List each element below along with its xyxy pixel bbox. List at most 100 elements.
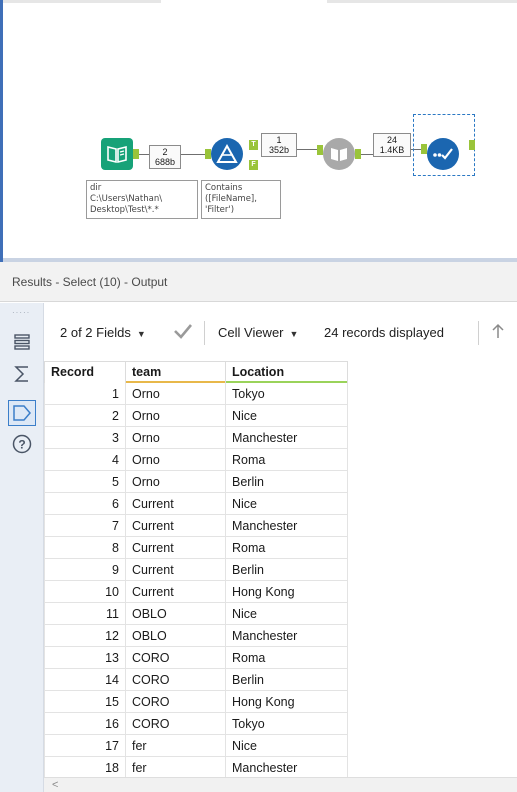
location-cell[interactable]: Roma [225,448,348,471]
location-cell[interactable]: Hong Kong [225,580,348,603]
team-cell[interactable]: OBLO [125,624,226,647]
team-cell[interactable]: OBLO [125,602,226,625]
input-data-tool[interactable] [101,138,133,170]
record-number-cell[interactable]: 16 [44,712,126,735]
location-cell[interactable]: Berlin [225,668,348,691]
scroll-up-button[interactable] [490,322,506,343]
record-number-cell[interactable]: 8 [44,536,126,559]
results-grid[interactable]: Record team Location 1 Orno Tokyo 2 Orno Nice 3 O… [44,361,517,777]
team-cell[interactable]: CORO [125,668,226,691]
filter-true-anchor[interactable]: T [249,140,258,150]
location-cell[interactable]: Manchester [225,756,348,777]
horizontal-scrollbar[interactable]: < [44,777,517,792]
team-cell[interactable]: Current [125,514,226,537]
location-cell[interactable]: Hong Kong [225,690,348,713]
cell-viewer-dropdown[interactable]: Cell Viewer ▼ [218,325,298,340]
location-cell[interactable]: Roma [225,536,348,559]
location-cell[interactable]: Nice [225,602,348,625]
record-number-cell[interactable]: 11 [44,602,126,625]
table-row[interactable]: 11 OBLO Nice [44,602,348,625]
record-number-cell[interactable]: 2 [44,404,126,427]
table-row[interactable]: 12 OBLO Manchester [44,624,348,647]
location-cell[interactable]: Manchester [225,624,348,647]
team-cell[interactable]: fer [125,756,226,777]
location-cell[interactable]: Roma [225,646,348,669]
tag-icon[interactable] [8,400,36,426]
location-cell[interactable]: Manchester [225,426,348,449]
help-icon[interactable]: ? [8,431,36,457]
record-number-cell[interactable]: 10 [44,580,126,603]
team-cell[interactable]: Orno [125,470,226,493]
table-row[interactable]: 8 Current Roma [44,536,348,559]
team-cell[interactable]: Current [125,536,226,559]
table-row[interactable]: 13 CORO Roma [44,646,348,669]
filter-false-anchor[interactable]: F [249,160,258,170]
data-size: 1.4KB [379,145,405,155]
team-cell[interactable]: Orno [125,404,226,427]
table-row[interactable]: 15 CORO Hong Kong [44,690,348,713]
column-header-location[interactable]: Location [225,361,348,383]
location-cell[interactable]: Berlin [225,470,348,493]
team-cell[interactable]: CORO [125,690,226,713]
table-row[interactable]: 14 CORO Berlin [44,668,348,691]
table-row[interactable]: 17 fer Nice [44,734,348,757]
team-cell[interactable]: Orno [125,448,226,471]
record-number-cell[interactable]: 14 [44,668,126,691]
column-type-indicator [226,381,347,383]
team-cell[interactable]: Current [125,580,226,603]
table-row[interactable]: 2 Orno Nice [44,404,348,427]
record-number-cell[interactable]: 18 [44,756,126,777]
location-cell[interactable]: Nice [225,404,348,427]
record-number-cell[interactable]: 7 [44,514,126,537]
table-row[interactable]: 6 Current Nice [44,492,348,515]
location-cell[interactable]: Nice [225,492,348,515]
rows-icon[interactable] [8,329,36,355]
team-cell[interactable]: Current [125,492,226,515]
column-header-team[interactable]: team [125,361,226,383]
team-cell[interactable]: fer [125,734,226,757]
location-cell[interactable]: Berlin [225,558,348,581]
select-tool[interactable] [427,138,459,170]
apply-check-button[interactable] [172,322,194,343]
table-row[interactable]: 1 Orno Tokyo [44,382,348,405]
table-row[interactable]: 4 Orno Roma [44,448,348,471]
table-row[interactable]: 3 Orno Manchester [44,426,348,449]
record-number-cell[interactable]: 3 [44,426,126,449]
team-cell[interactable]: Orno [125,426,226,449]
record-number-cell[interactable]: 4 [44,448,126,471]
filter-tool[interactable] [211,138,243,170]
record-number-cell[interactable]: 5 [44,470,126,493]
table-row[interactable]: 9 Current Berlin [44,558,348,581]
table-row[interactable]: 18 fer Manchester [44,756,348,777]
column-header-record[interactable]: Record [44,361,126,383]
table-row[interactable]: 10 Current Hong Kong [44,580,348,603]
workflow-canvas[interactable]: 2 688b T F 1 352b 24 1.4KB dir C:\Users\… [0,0,517,262]
record-number-cell[interactable]: 12 [44,624,126,647]
scroll-left-icon[interactable]: < [52,778,58,792]
record-number-cell[interactable]: 1 [44,382,126,405]
dynamic-input-tool[interactable] [323,138,355,170]
connection-line [297,149,317,150]
record-number-cell[interactable]: 17 [44,734,126,757]
grip-icon[interactable]: ····· [12,308,30,317]
location-cell[interactable]: Nice [225,734,348,757]
select-output-anchor[interactable] [469,140,475,150]
table-row[interactable]: 16 CORO Tokyo [44,712,348,735]
location-cell[interactable]: Manchester [225,514,348,537]
location-cell[interactable]: Tokyo [225,712,348,735]
record-count: 24 [386,135,397,145]
team-cell[interactable]: CORO [125,646,226,669]
record-number-cell[interactable]: 9 [44,558,126,581]
fields-dropdown[interactable]: 2 of 2 Fields ▼ [60,325,146,340]
team-cell[interactable]: CORO [125,712,226,735]
team-cell[interactable]: Orno [125,382,226,405]
record-number-cell[interactable]: 13 [44,646,126,669]
team-cell[interactable]: Current [125,558,226,581]
sum-icon[interactable] [8,361,36,387]
data-size: 352b [268,145,290,155]
table-row[interactable]: 5 Orno Berlin [44,470,348,493]
record-number-cell[interactable]: 6 [44,492,126,515]
location-cell[interactable]: Tokyo [225,382,348,405]
record-number-cell[interactable]: 15 [44,690,126,713]
table-row[interactable]: 7 Current Manchester [44,514,348,537]
